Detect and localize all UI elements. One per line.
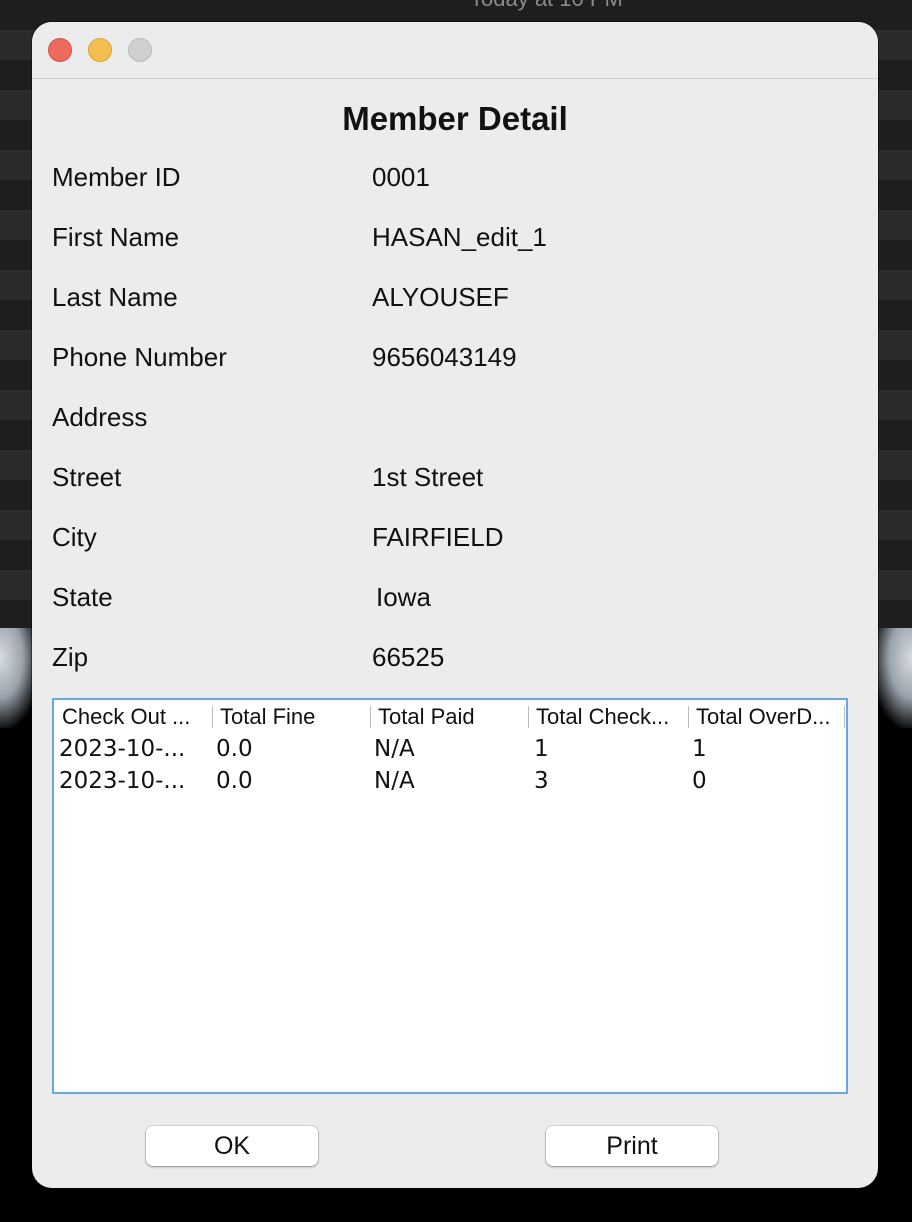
- field-value: 0001: [372, 162, 430, 192]
- field-label: Last Name: [52, 282, 178, 312]
- minimize-window-button[interactable]: [88, 38, 112, 62]
- field-value: HASAN_edit_1: [372, 222, 547, 252]
- table-row[interactable]: 2023-10-... 0.0 N/A 1 1: [54, 734, 846, 766]
- cell-total-checkouts: 3: [534, 768, 549, 794]
- field-phone-number: Phone Number 9656043149: [52, 342, 852, 382]
- member-detail-window: Member Detail Member ID 0001 First Name …: [32, 22, 878, 1188]
- field-label: Phone Number: [52, 342, 227, 372]
- field-last-name: Last Name ALYOUSEF: [52, 282, 852, 322]
- field-address: Address: [52, 402, 852, 442]
- table-row[interactable]: 2023-10-... 0.0 N/A 3 0: [54, 766, 846, 798]
- cell-total-overdue: 0: [692, 768, 707, 794]
- field-value: Iowa: [376, 582, 431, 612]
- field-value: 1st Street: [372, 462, 484, 492]
- column-divider[interactable]: [844, 706, 845, 728]
- column-header-total-checkouts[interactable]: Total Check...: [536, 704, 688, 730]
- field-state: State Iowa: [52, 582, 852, 622]
- field-member-id: Member ID 0001: [52, 162, 852, 202]
- cell-checkout-date: 2023-10-...: [59, 768, 186, 794]
- zoom-window-button[interactable]: [128, 38, 152, 62]
- field-city: City FAIRFIELD: [52, 522, 852, 562]
- cell-total-fine: 0.0: [216, 768, 253, 794]
- cell-total-paid: N/A: [374, 736, 415, 762]
- cell-total-fine: 0.0: [216, 736, 253, 762]
- ok-button[interactable]: OK: [146, 1126, 318, 1166]
- column-divider[interactable]: [688, 706, 689, 728]
- window-titlebar[interactable]: [32, 22, 878, 79]
- cell-checkout-date: 2023-10-...: [59, 736, 186, 762]
- field-value: ALYOUSEF: [372, 282, 509, 312]
- field-value: 9656043149: [372, 342, 517, 372]
- column-header-total-paid[interactable]: Total Paid: [378, 704, 528, 730]
- column-header-total-overdue[interactable]: Total OverD...: [696, 704, 846, 730]
- field-street: Street 1st Street: [52, 462, 852, 502]
- cell-total-checkouts: 1: [534, 736, 549, 762]
- field-first-name: First Name HASAN_edit_1: [52, 222, 852, 262]
- column-header-total-fine[interactable]: Total Fine: [220, 704, 370, 730]
- field-value: FAIRFIELD: [372, 522, 504, 552]
- column-divider[interactable]: [528, 706, 529, 728]
- checkout-history-table[interactable]: Check Out ... Total Fine Total Paid Tota…: [52, 698, 848, 1094]
- field-label: First Name: [52, 222, 180, 252]
- field-label: City: [52, 522, 97, 552]
- table-header: Check Out ... Total Fine Total Paid Tota…: [54, 700, 846, 732]
- field-value: 66525: [372, 642, 445, 672]
- print-button[interactable]: Print: [546, 1126, 718, 1166]
- background-notification-text: Today at 10 PM: [470, 0, 623, 12]
- column-divider[interactable]: [212, 706, 213, 728]
- desktop-wallpaper-right: [872, 628, 912, 728]
- cell-total-paid: N/A: [374, 768, 415, 794]
- field-label: Member ID: [52, 162, 181, 192]
- close-window-button[interactable]: [48, 38, 72, 62]
- field-zip: Zip 66525: [52, 642, 852, 682]
- column-header-checkout[interactable]: Check Out ...: [62, 704, 208, 730]
- field-label: Street: [52, 462, 122, 492]
- field-label: Zip: [52, 642, 89, 672]
- field-label: Address: [52, 402, 148, 432]
- dialog-title: Member Detail: [342, 100, 568, 137]
- cell-total-overdue: 1: [692, 736, 707, 762]
- field-label: State: [52, 582, 113, 612]
- column-divider[interactable]: [370, 706, 371, 728]
